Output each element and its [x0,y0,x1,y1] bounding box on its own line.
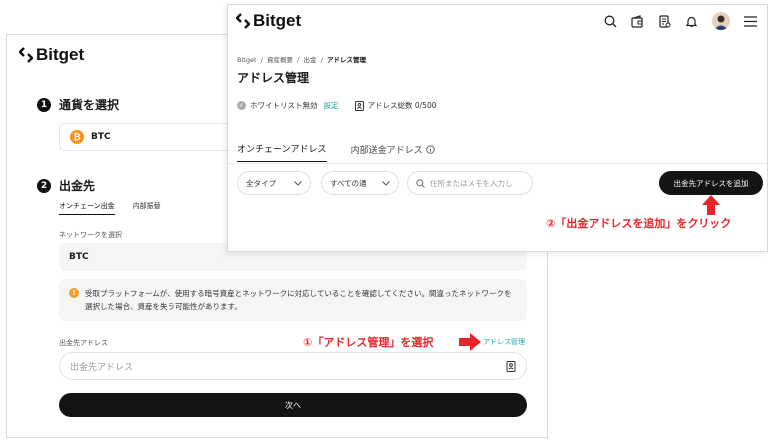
step-select-currency: 1 通貨を選択 [37,96,119,113]
bitget-logo-icon [19,47,33,63]
breadcrumb-separator: / [297,56,300,64]
whitelist-settings-link[interactable]: 設定 [324,100,339,111]
coin-symbol: BTC [91,132,111,142]
page-title: アドレス管理 [237,71,310,85]
header-icons [590,12,757,30]
address-tabs: オンチェーンアドレス 内部送金アドレス [237,142,459,162]
address-management-window: Bitget Bitget / 資産概要 / 出金 / アドレス管理 アドレス管… [227,4,768,252]
bitget-logo[interactable]: Bitget [19,45,84,65]
tab-onchain-address[interactable]: オンチェーンアドレス [237,142,327,162]
step-title: 出金先 [59,179,96,193]
orders-icon[interactable] [658,14,671,28]
warning-text: 受取プラットフォームが、使用する暗号資産とネットワークに対応していることを確認し… [85,289,512,311]
search-placeholder: 住所またはメモを入力し [430,178,513,188]
logo-text: Bitget [36,45,85,64]
tab-onchain-withdraw[interactable]: オンチェーン出金 [59,201,115,215]
type-filter-value: 全タイプ [246,178,276,188]
whitelist-status-row: ✓ ホワイトリスト無効 設定 アドレス総数 0/500 [237,100,437,111]
arrow-up-icon [702,195,720,215]
type-filter-select[interactable]: 全タイプ [237,171,311,195]
breadcrumb-separator: / [320,56,323,64]
arrow-right-icon [459,333,481,351]
tab-internal-transfer[interactable]: 内部振替 [133,201,161,215]
address-placeholder: 出金先アドレス [70,362,134,373]
add-withdraw-address-button[interactable]: 出金先アドレスを追加 [659,171,763,195]
bitcoin-icon: ₿ [70,130,84,144]
chevron-down-icon [382,180,390,186]
breadcrumb-item-withdraw[interactable]: 出金 [303,56,316,64]
address-total: アドレス総数 0/500 [367,101,437,110]
warning-icon: ! [69,288,79,298]
network-value: BTC [69,252,89,262]
wallet-icon[interactable] [631,14,644,28]
breadcrumb-item-home[interactable]: Bitget [237,56,257,64]
breadcrumb-separator: / [260,56,263,64]
step-number: 1 [37,97,51,112]
address-book-icon[interactable] [506,360,516,372]
logo-text: Bitget [253,11,302,30]
bell-icon[interactable] [685,15,698,28]
tab-label: 内部送金アドレス [350,145,423,156]
menu-icon[interactable] [744,15,757,27]
address-management-link[interactable]: アドレス管理 [483,337,525,347]
warning-box: ! 受取プラットフォームが、使用する暗号資産とネットワークに対応していることを確… [59,279,527,321]
step-title: 通貨を選択 [59,98,120,112]
breadcrumb-item-current: アドレス管理 [326,56,366,64]
network-filter-value: すべての通 [330,178,367,188]
check-circle-icon: ✓ [237,101,246,110]
network-label: ネットワークを選択 [59,231,122,239]
tab-divider [228,163,767,164]
breadcrumb: Bitget / 資産概要 / 出金 / アドレス管理 [237,54,366,64]
avatar[interactable] [712,12,730,30]
tab-internal-address[interactable]: 内部送金アドレス [351,142,435,162]
address-input[interactable]: 出金先アドレス [59,352,527,380]
chevron-down-icon [294,180,302,186]
address-label: 出金先アドレス [59,339,108,347]
search-icon[interactable] [604,15,617,28]
annotation-step1: ①「アドレス管理」を選択 [303,336,434,349]
annotation-step2: ②「出金アドレスを追加」をクリック [546,217,732,230]
network-filter-select[interactable]: すべての通 [321,171,399,195]
step-destination: 2 出金先 [37,177,95,194]
withdraw-tabs: オンチェーン出金 内部振替 [59,201,179,215]
breadcrumb-item-assets[interactable]: 資産概要 [267,56,293,64]
next-button[interactable]: 次へ [59,393,527,417]
bitget-logo-icon [236,13,250,29]
address-search-input[interactable]: 住所またはメモを入力し [407,171,533,195]
info-icon [425,144,435,154]
address-count-icon [354,100,364,111]
whitelist-status: ホワイトリスト無効 [250,101,318,110]
bitget-logo[interactable]: Bitget [236,11,301,31]
step-number: 2 [37,178,51,193]
search-icon [416,178,425,188]
